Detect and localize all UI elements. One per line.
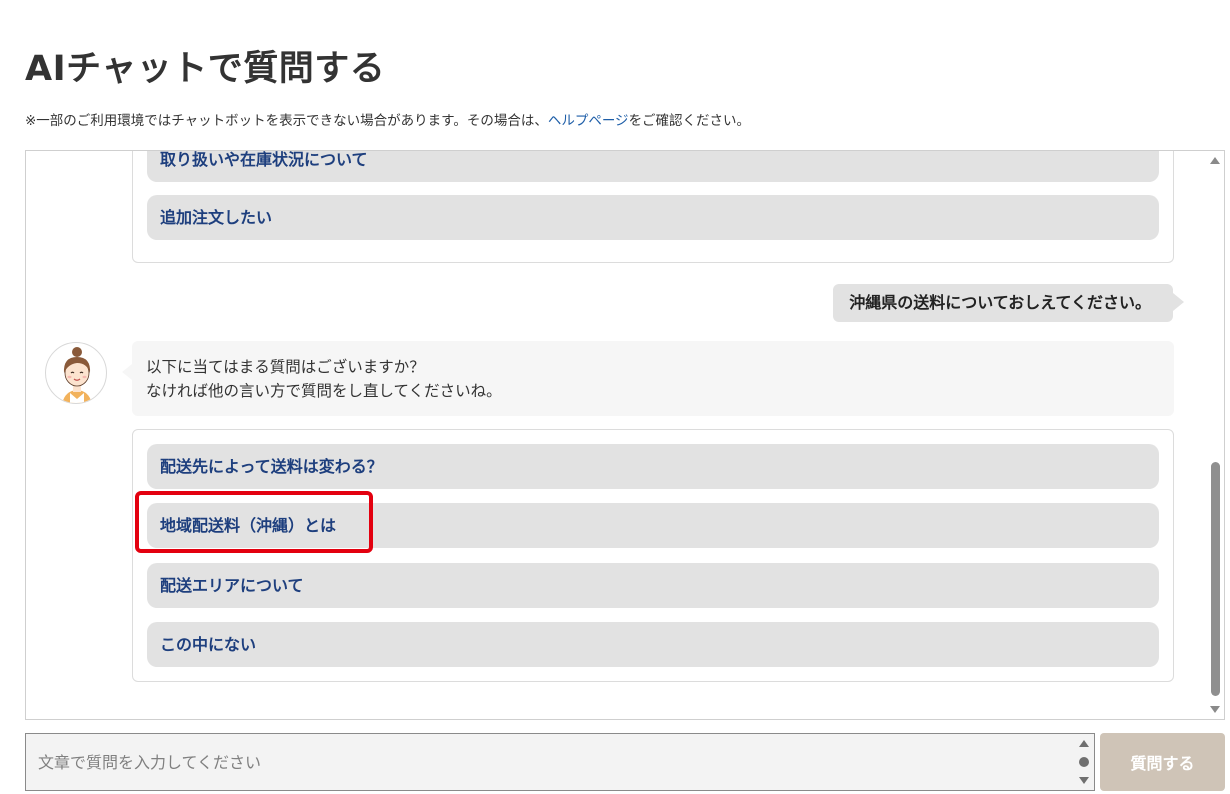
notice-text: ※一部のご利用環境ではチャットボットを表示できない場合があります。その場合は、ヘ… <box>25 109 750 129</box>
scroll-down-arrow-icon[interactable] <box>1210 706 1220 713</box>
question-input[interactable] <box>26 734 1071 790</box>
option-button-okinawa-fee[interactable]: 地域配送料（沖縄）とは <box>147 503 1159 548</box>
chat-window: 取り扱いや在庫状況について 追加注文したい 沖縄県の送料についておしえてください… <box>25 150 1225 720</box>
input-scroll-down-icon[interactable] <box>1079 777 1089 784</box>
user-bubble-tail <box>1173 293 1184 311</box>
option-button-additional-order[interactable]: 追加注文したい <box>147 195 1159 240</box>
notice-after: をご確認ください。 <box>628 113 751 129</box>
question-input-container <box>25 733 1095 791</box>
user-message-bubble: 沖縄県の送料についておしえてください。 <box>833 284 1173 322</box>
input-scrollbar[interactable] <box>1077 738 1091 786</box>
bot-message-line: なければ他の言い方で質問をし直してくださいね。 <box>146 382 502 400</box>
input-scroll-up-icon[interactable] <box>1079 740 1089 747</box>
option-button-delivery-area[interactable]: 配送エリアについて <box>147 563 1159 608</box>
scroll-thumb[interactable] <box>1211 462 1220 696</box>
bot-message-bubble: 以下に当てはまる質問はございますか？ なければ他の言い方で質問をし直してください… <box>132 341 1174 416</box>
chat-scrollbar[interactable] <box>1207 151 1224 719</box>
bot-bubble-tail <box>122 364 132 380</box>
notice-before: ※一部のご利用環境ではチャットボットを表示できない場合があります。その場合は、 <box>25 113 548 129</box>
submit-question-button[interactable]: 質問する <box>1100 733 1225 791</box>
suggested-options-box: 配送先によって送料は変わる？ 地域配送料（沖縄）とは 配送エリアについて この中… <box>132 429 1174 682</box>
option-button-stock[interactable]: 取り扱いや在庫状況について <box>147 151 1159 182</box>
bot-avatar <box>45 342 107 404</box>
bot-avatar-icon <box>62 347 92 403</box>
bot-message-line: 以下に当てはまる質問はございますか？ <box>146 358 425 376</box>
input-scroll-thumb[interactable] <box>1079 757 1089 767</box>
option-button-shipping-by-destination[interactable]: 配送先によって送料は変わる？ <box>147 444 1159 489</box>
option-button-none-of-these[interactable]: この中にない <box>147 622 1159 667</box>
page-title: AIチャットで質問する <box>25 49 386 89</box>
previous-options-box: 取り扱いや在庫状況について 追加注文したい <box>132 151 1174 263</box>
scroll-up-arrow-icon[interactable] <box>1210 157 1220 164</box>
help-page-link[interactable]: ヘルプページ <box>548 113 629 129</box>
